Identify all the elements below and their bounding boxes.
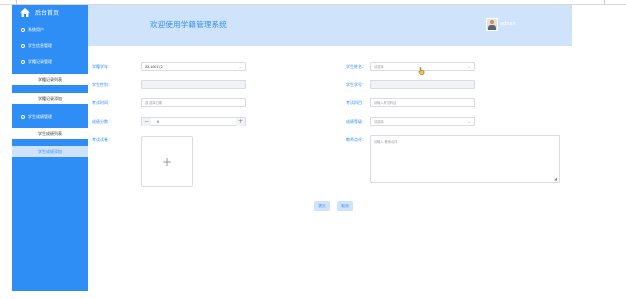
plus-icon: + — [161, 154, 173, 169]
sidebar-title: 后台首页 — [35, 10, 60, 17]
frame-tick-right — [604, 0, 605, 5]
sidebar-item-record-add[interactable]: 学籍记录添加 — [12, 93, 88, 104]
label-student-id: 学生学号： — [346, 82, 366, 87]
sidebar-item-score-list[interactable]: 学生成绩列表 — [12, 128, 88, 139]
avatar-face — [490, 20, 494, 24]
label-exam-time: 考试时间： — [92, 100, 112, 105]
circle-icon — [21, 114, 25, 119]
username[interactable]: admin — [500, 21, 516, 27]
chevron-down-icon: ⌄ — [467, 119, 471, 124]
chevron-down-icon: ⌄ — [467, 64, 471, 69]
academic-year-value: XX-1001'(2 — [145, 65, 163, 69]
stepper-minus-button[interactable]: − — [142, 118, 151, 126]
exam-time-picker[interactable]: 选 选择日期 — [141, 98, 246, 107]
student-gender-field — [141, 80, 246, 89]
sidebar-item-label: 学籍记录添加 — [38, 95, 62, 101]
sidebar-item-student-info[interactable]: 学生信息管理 — [12, 40, 88, 51]
reset-button[interactable]: 取消 — [337, 201, 353, 211]
student-id-field — [370, 80, 475, 89]
sidebar-item-record-manage[interactable]: 学籍记录管理 — [12, 56, 88, 67]
circle-icon — [21, 27, 25, 32]
exam-subject-placeholder: 请输入考试科目 — [374, 101, 397, 105]
avatar[interactable] — [486, 18, 498, 31]
submit-button[interactable]: 提交 — [314, 201, 330, 211]
grade-level-select[interactable]: 请选择 ⌄ — [370, 117, 475, 126]
sidebar-home[interactable]: 后台首页 — [20, 8, 59, 17]
circle-icon — [21, 43, 25, 48]
label-teacher-comment: 教师点评： — [346, 137, 366, 142]
label-student-name: 学生姓名： — [346, 64, 366, 69]
teacher-comment-placeholder: 请输入 教师点评 — [374, 140, 398, 144]
score-value: 0 — [157, 120, 160, 124]
sidebar-item-label: 学生成绩添加 — [38, 148, 62, 154]
sidebar-item-score-manage[interactable]: 学生成绩管理 — [12, 111, 88, 122]
top-header: 欢迎使用学籍管理系统 admin — [88, 5, 572, 46]
exam-paper-upload[interactable]: + — [141, 136, 193, 187]
sidebar-item-label: 系统用户 — [28, 26, 44, 32]
resize-handle-icon[interactable]: ◢ — [554, 176, 557, 181]
sidebar-item-label: 学生成绩列表 — [38, 130, 62, 136]
sidebar-item-label: 学籍记录管理 — [28, 58, 52, 64]
sidebar: 后台首页 系统用户 学生信息管理 学籍记录管理 学籍记录列表 学籍记录添加 学生… — [12, 5, 88, 291]
home-icon — [20, 8, 30, 17]
chevron-down-icon: ⌄ — [238, 64, 242, 69]
avatar-body — [488, 25, 496, 30]
sidebar-item-record-list[interactable]: 学籍记录列表 — [12, 74, 88, 85]
student-name-placeholder: 请选择 — [374, 65, 384, 69]
sidebar-item-label: 学生信息管理 — [28, 42, 52, 48]
stepper-plus-button[interactable]: + — [236, 118, 245, 126]
label-exam-subject: 考试科目： — [346, 100, 366, 105]
sidebar-item-system-users[interactable]: 系统用户 — [12, 24, 88, 35]
academic-year-select[interactable]: XX-1001'(2 ⌄ — [141, 62, 246, 71]
circle-icon — [21, 59, 25, 64]
label-grade-level: 成绩等级： — [346, 119, 366, 124]
teacher-comment-textarea[interactable]: 请输入 教师点评 ◢ — [370, 135, 560, 183]
label-exam-paper: 考试试卷： — [92, 137, 112, 142]
exam-subject-input[interactable]: 请输入考试科目 — [370, 98, 475, 107]
sidebar-item-label: 学生成绩管理 — [28, 113, 52, 119]
page-title: 欢迎使用学籍管理系统 — [150, 20, 227, 29]
label-score: 成绩分数： — [92, 119, 112, 124]
score-stepper[interactable]: − 0 + — [141, 117, 246, 126]
label-student-gender: 学生性别： — [92, 82, 112, 87]
sidebar-item-score-add[interactable]: 学生成绩添加 — [12, 146, 88, 157]
sidebar-item-label: 学籍记录列表 — [38, 76, 62, 82]
grade-level-placeholder: 请选择 — [374, 120, 384, 124]
label-academic-year: 学籍学年： — [92, 64, 112, 69]
exam-time-placeholder: 选 选择日期 — [145, 101, 162, 105]
hand-cursor-icon — [418, 67, 425, 75]
